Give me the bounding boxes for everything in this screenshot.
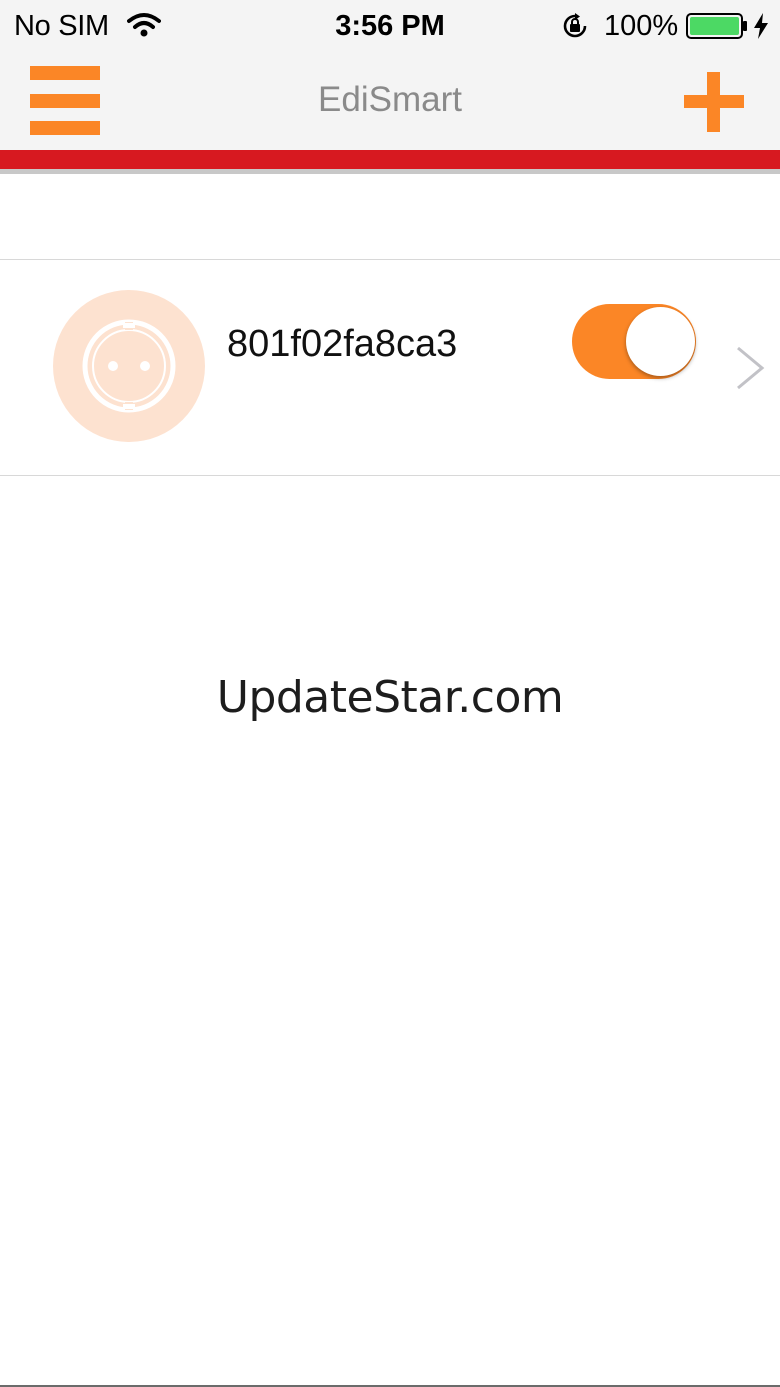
navigation-bar: EdiSmart (0, 52, 780, 150)
status-bar: No SIM 3:56 PM 100% (0, 0, 780, 52)
battery-icon (686, 13, 747, 39)
charging-bolt-icon (754, 13, 768, 39)
device-power-toggle[interactable] (572, 304, 696, 379)
app-screen: No SIM 3:56 PM 100% EdiSmart 801f02fa8ca… (0, 0, 780, 1387)
list-divider (0, 475, 780, 476)
device-name: 801f02fa8ca3 (227, 323, 458, 365)
device-row[interactable]: 801f02fa8ca3 (0, 260, 780, 475)
toggle-knob (626, 307, 695, 376)
chevron-right-icon (737, 346, 765, 390)
brand-stripe-shadow (0, 169, 780, 174)
watermark-text: UpdateStar.com (216, 672, 564, 723)
brand-stripe (0, 150, 780, 169)
plus-icon (684, 72, 744, 132)
battery-percent: 100% (604, 10, 679, 42)
page-title: EdiSmart (318, 80, 462, 119)
orientation-lock-icon (563, 13, 587, 38)
add-device-button[interactable] (684, 72, 744, 132)
power-socket-icon (53, 290, 205, 442)
